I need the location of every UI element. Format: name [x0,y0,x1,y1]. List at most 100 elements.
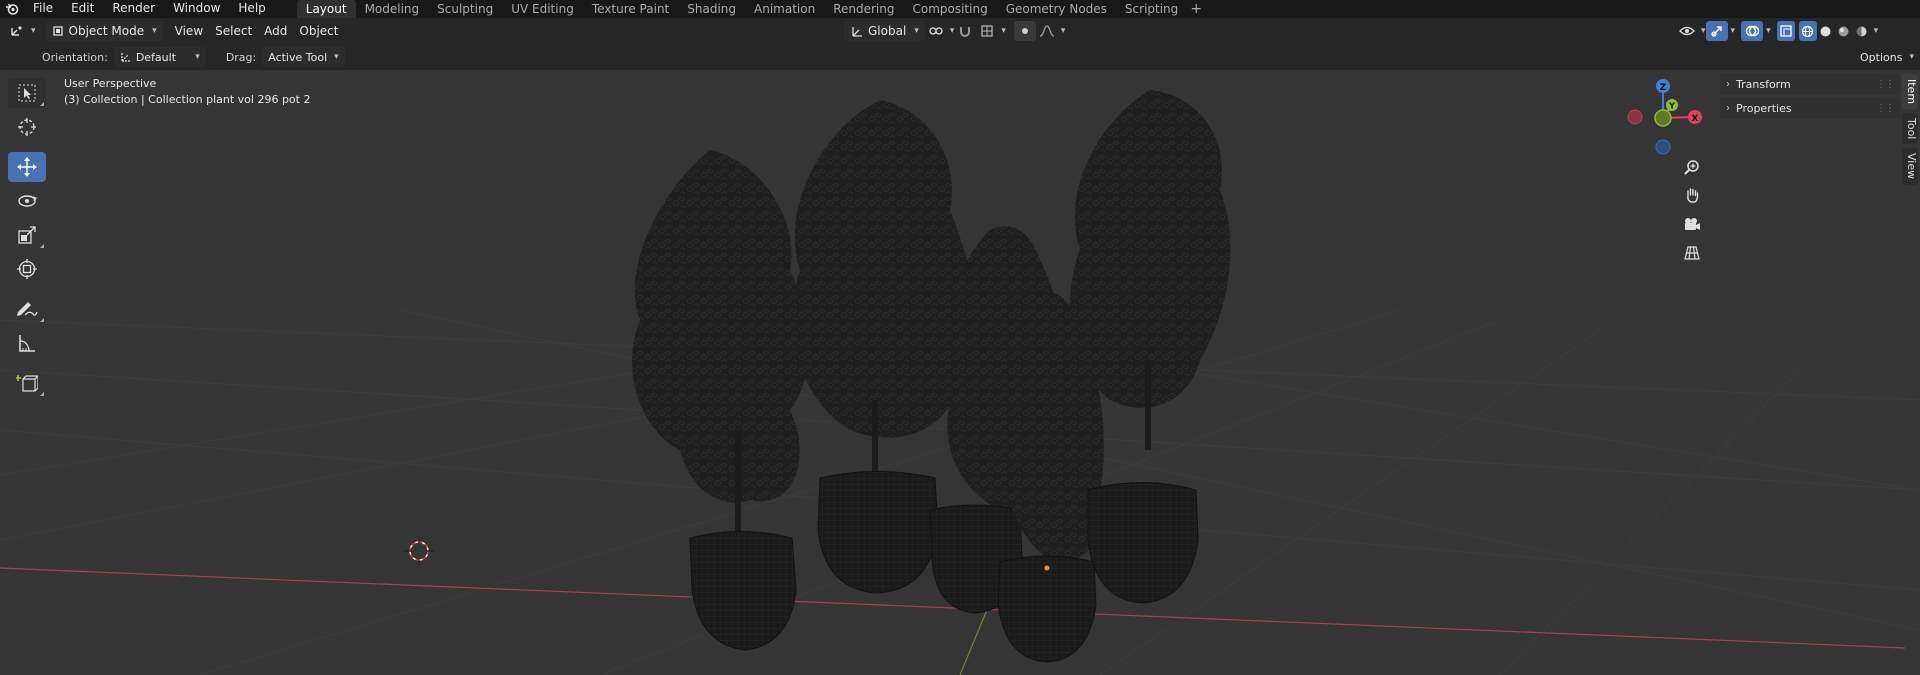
chevron-down-icon[interactable]: ▾ [1731,26,1736,36]
tab-scripting[interactable]: Scripting [1116,0,1187,18]
tab-uv-editing[interactable]: UV Editing [502,0,583,18]
tab-item[interactable]: Item [1902,74,1918,110]
drag-grip-icon[interactable]: ⋮⋮ [1876,103,1895,114]
menu-file[interactable]: File [24,0,62,18]
proportional-editing-icon[interactable] [1013,21,1036,41]
shading-rendered-icon[interactable] [1853,21,1871,41]
gizmo-toggle-icon[interactable] [1705,21,1728,41]
rotate-tool-icon[interactable] [8,186,46,216]
snap-target-icon[interactable] [976,21,998,41]
chevron-down-icon[interactable]: ▾ [1874,26,1879,36]
tab-geometry-nodes[interactable]: Geometry Nodes [997,0,1116,18]
sidebar: › Transform ⋮⋮ › Properties ⋮⋮ [1720,71,1900,121]
drag-dropdown[interactable]: Active Tool ▾ [262,47,345,67]
mode-dropdown[interactable]: Object Mode ▾ [45,21,163,41]
measure-tool-icon[interactable] [8,328,46,358]
orientation-axes-icon [121,53,130,62]
orientation-dropdown[interactable]: Default ▾ [113,47,206,67]
snap-icon[interactable] [954,21,976,41]
tab-animation[interactable]: Animation [745,0,824,18]
sidebar-tabs: Item Tool View [1902,74,1920,189]
add-cube-tool-icon[interactable] [8,368,46,398]
falloff-curve-icon[interactable] [1036,21,1058,41]
orientation-label: Orientation: [42,50,108,64]
panel-properties[interactable]: › Properties ⋮⋮ [1720,97,1900,119]
panel-transform[interactable]: › Transform ⋮⋮ [1720,73,1900,95]
mode-label: Object Mode [68,24,145,38]
transform-tool-icon[interactable] [8,254,46,284]
pan-hand-icon[interactable] [1680,183,1704,207]
tab-compositing[interactable]: Compositing [903,0,996,18]
drag-value: Active Tool [268,50,328,64]
perspective-label: User Perspective [64,77,157,90]
transform-orientation-dropdown[interactable]: Global ▾ [844,21,925,41]
drag-grip-icon[interactable]: ⋮⋮ [1876,79,1895,90]
tab-layout[interactable]: Layout [296,0,356,18]
editor-type-icon[interactable] [6,21,28,41]
menu-object[interactable]: Object [293,21,344,41]
add-workspace-button[interactable]: + [1187,0,1205,18]
collection-label: (3) Collection | Collection plant vol 29… [64,93,311,106]
cursor-tool-icon[interactable] [8,112,46,142]
camera-view-icon[interactable] [1680,212,1704,236]
scale-tool-icon[interactable] [8,220,46,250]
left-toolbar [8,78,46,402]
visibility-eye-icon[interactable] [1676,21,1698,41]
tab-view[interactable]: View [1902,148,1918,185]
move-tool-icon[interactable] [8,152,46,182]
pivot-point-icon[interactable] [925,21,947,41]
tab-modeling[interactable]: Modeling [356,0,429,18]
panel-transform-label: Transform [1736,77,1791,91]
shading-solid-icon[interactable] [1817,21,1835,41]
chevron-down-icon[interactable]: ▾ [1061,26,1066,36]
menu-window[interactable]: Window [164,0,229,18]
options-label: Options [1860,50,1903,64]
gizmo-x-label: X [1692,114,1699,124]
plant-5[interactable] [1070,90,1231,604]
options-dropdown[interactable]: Options ▾ [1854,47,1920,67]
select-box-tool-icon[interactable] [8,78,46,108]
zoom-icon[interactable] [1680,155,1704,179]
tab-shading[interactable]: Shading [678,0,745,18]
navigation-gizmo[interactable]: Z Y X [1620,72,1710,162]
chevron-down-icon: ▾ [334,52,339,62]
panel-properties-label: Properties [1736,101,1792,115]
blender-logo-icon[interactable] [0,0,24,18]
perspective-toggle-grid-icon[interactable] [1680,241,1704,265]
chevron-down-icon[interactable]: ▾ [1766,26,1771,36]
menu-render[interactable]: Render [103,0,164,18]
gizmo-neg-y-handle[interactable] [1654,109,1672,127]
gizmo-y-label: Y [1668,102,1675,111]
chevron-down-icon: ▾ [914,26,919,36]
tab-rendering[interactable]: Rendering [824,0,903,18]
overlays-toggle-icon[interactable] [1741,21,1764,41]
chevron-right-icon: › [1726,78,1730,90]
orientation-axes-icon [852,26,862,37]
menu-add[interactable]: Add [258,21,293,41]
orientation-label: Global [868,24,907,38]
xray-toggle-icon[interactable] [1776,21,1795,41]
orientation-value: Default [135,50,177,64]
shading-material-icon[interactable] [1835,21,1853,41]
chevron-down-icon: ▾ [1909,52,1914,62]
plant-1[interactable] [632,150,809,651]
gizmo-neg-z-handle[interactable] [1655,139,1671,155]
top-menu-bar: File Edit Render Window Help Layout Mode… [0,0,1920,18]
menu-view[interactable]: View [169,21,209,41]
chevron-down-icon: ▾ [195,52,200,62]
gizmo-neg-x-handle[interactable] [1627,109,1643,125]
chevron-down-icon[interactable]: ▾ [1701,26,1706,36]
tool-settings-bar: Orientation: Default ▾ Drag: Active Tool… [0,44,1920,70]
tab-texture-paint[interactable]: Texture Paint [583,0,678,18]
menu-help[interactable]: Help [229,0,274,18]
chevron-down-icon[interactable]: ▾ [31,26,36,36]
tab-tool[interactable]: Tool [1902,113,1918,145]
3d-cursor-icon[interactable] [404,536,434,566]
chevron-down-icon: ▾ [152,26,157,36]
annotate-tool-icon[interactable] [8,294,46,324]
menu-edit[interactable]: Edit [62,0,103,18]
menu-select[interactable]: Select [209,21,258,41]
tab-sculpting[interactable]: Sculpting [428,0,502,18]
chevron-down-icon[interactable]: ▾ [1001,26,1006,36]
shading-wireframe-icon[interactable] [1798,21,1817,41]
